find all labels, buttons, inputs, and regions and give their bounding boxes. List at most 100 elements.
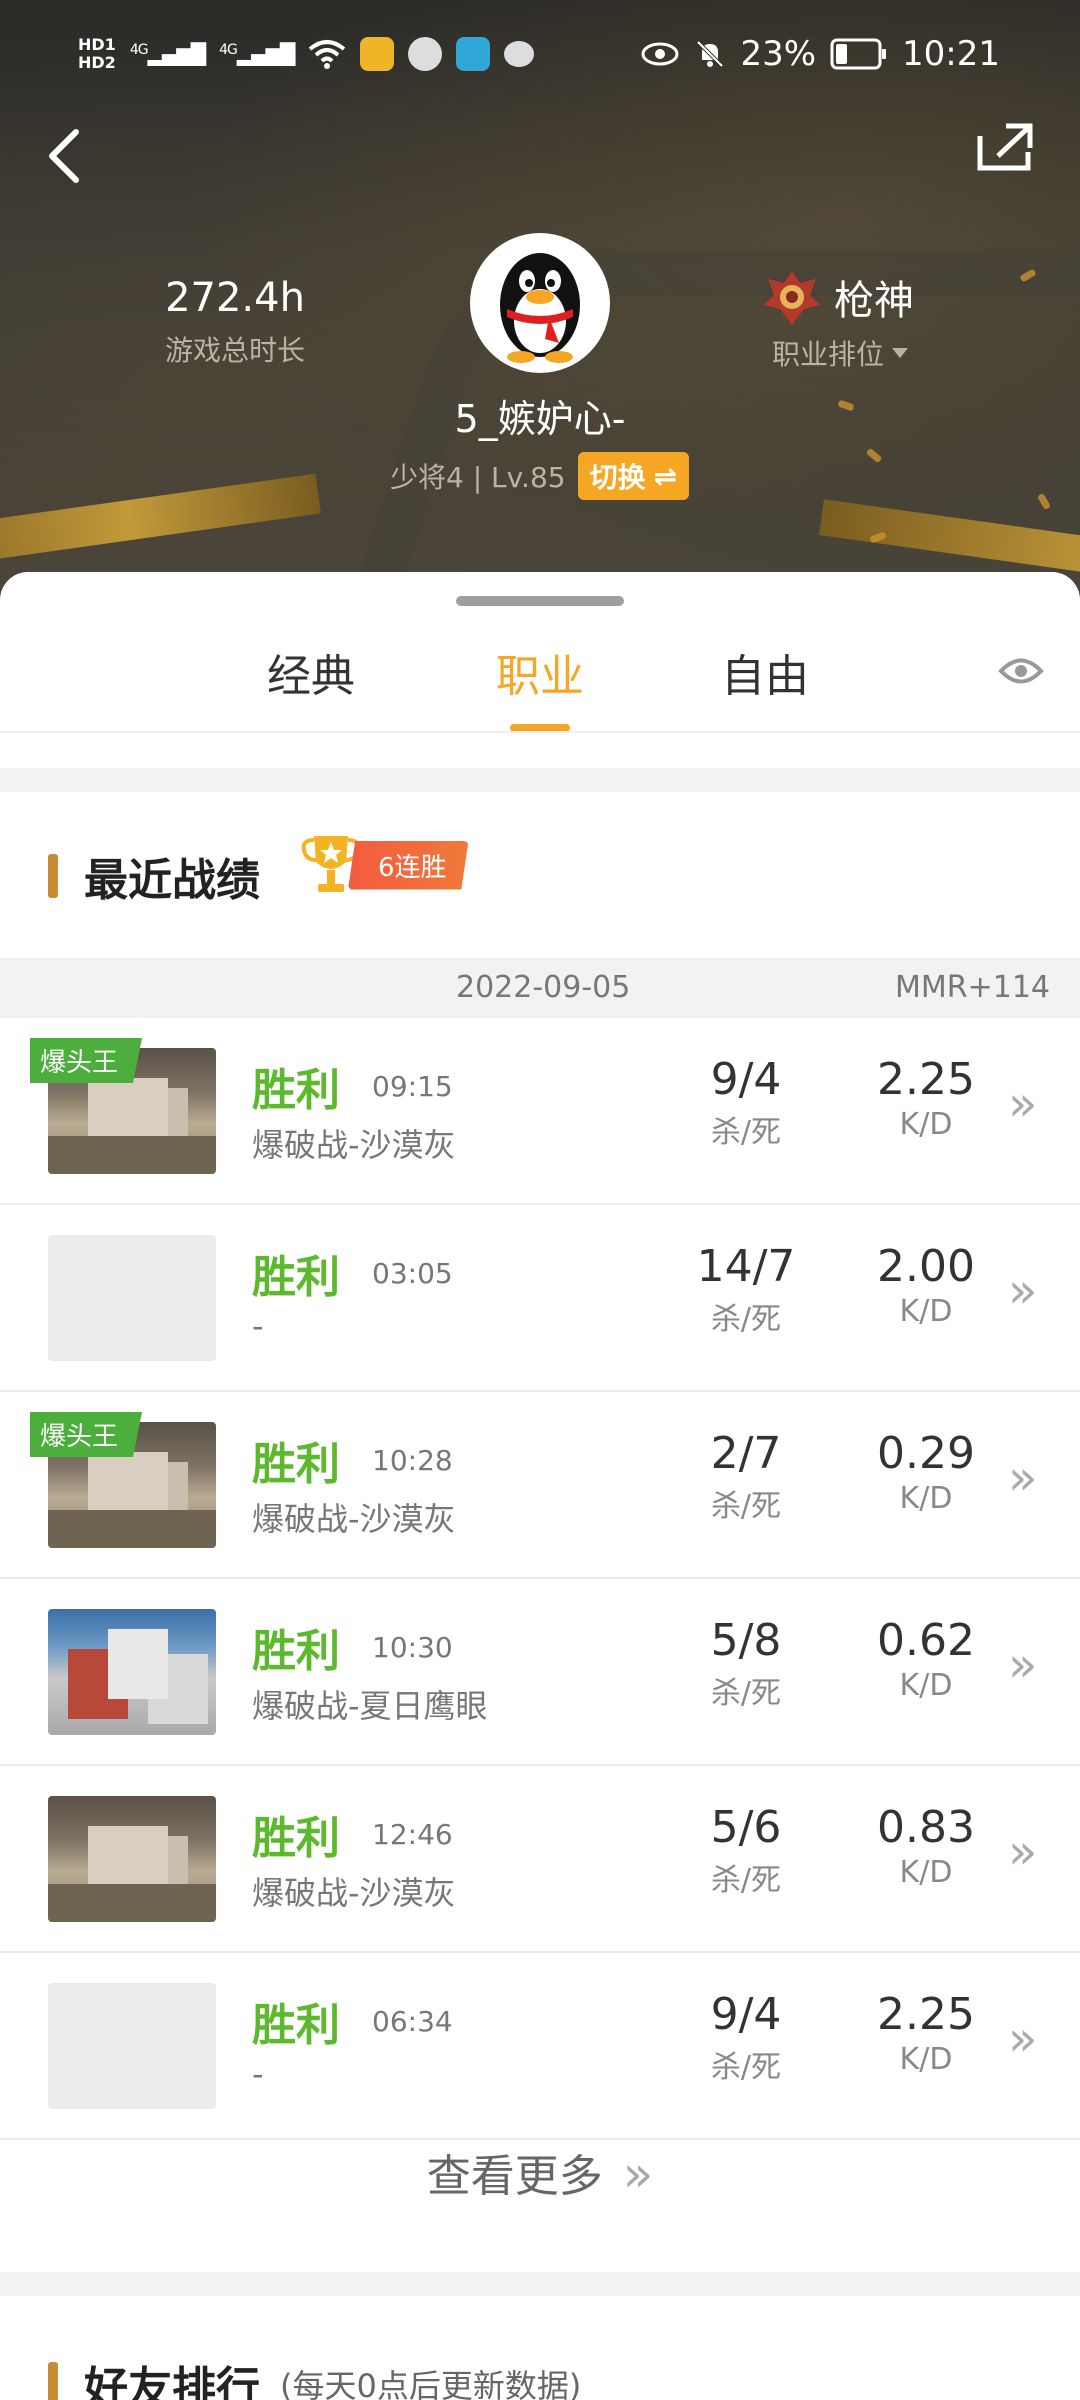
match-result: 胜利: [252, 1065, 340, 1116]
career-rank-stat[interactable]: 枪神 职业排位: [760, 265, 960, 373]
wifi-icon: [309, 40, 346, 69]
kd-ratio-value: 0.83: [877, 1802, 975, 1853]
double-chevron-right-icon: »: [622, 2145, 654, 2203]
kd-ratio-value: 0.62: [877, 1615, 975, 1666]
eye-comfort-icon: [641, 42, 679, 66]
tab-free[interactable]: 自由: [690, 640, 840, 704]
drag-handle[interactable]: [456, 596, 624, 606]
kd-ratio-value: 2.25: [877, 1989, 975, 2040]
section-marker: [48, 854, 58, 898]
back-button[interactable]: [44, 126, 104, 186]
match-time: 06:34: [372, 2005, 453, 2038]
reader-app-icon: [456, 37, 491, 71]
career-rank-label: 职业排位: [772, 338, 885, 371]
match-mode: -: [252, 2055, 264, 2093]
kd-ratio-label: K/D: [899, 1855, 953, 1890]
share-button[interactable]: [976, 122, 1034, 172]
kd-ratio-label: K/D: [899, 2042, 953, 2077]
kill-death-value: 5/6: [710, 1802, 782, 1853]
chevron-left-icon: [49, 129, 79, 183]
match-list: 爆头王 胜利 09:15 爆破战-沙漠灰 9/4 杀/死 2.25 K/D » …: [0, 1018, 1080, 2140]
rank-level: 少将4 | Lv.85: [390, 461, 566, 494]
match-time: 03:05: [372, 1257, 453, 1290]
kill-death-label: 杀/死: [710, 1489, 782, 1524]
kd-ratio: 0.62 K/D: [856, 1615, 996, 1703]
network-type: 4G: [129, 42, 149, 58]
switch-arrows-icon: ⇌: [653, 459, 678, 493]
kill-death-value: 5/8: [710, 1615, 782, 1666]
kill-death-label: 杀/死: [710, 1302, 782, 1337]
kd-ratio: 2.00 K/D: [856, 1241, 996, 1329]
kd-ratio-label: K/D: [899, 1481, 953, 1516]
share-icon: [977, 123, 1033, 171]
play-time-stat: 272.4h 游戏总时长: [140, 275, 330, 369]
match-row[interactable]: 爆头王 胜利 10:28 爆破战-沙漠灰 2/7 杀/死 0.29 K/D »: [0, 1392, 1080, 1579]
eye-icon: [998, 658, 1044, 684]
kd-ratio-value: 0.29: [877, 1428, 975, 1479]
kd-ratio-label: K/D: [899, 1294, 953, 1329]
hd1-label: HD1: [78, 35, 116, 54]
view-more-button[interactable]: 查看更多 »: [0, 2140, 1080, 2230]
signal-icon: 4G▂▄▆█: [129, 42, 206, 66]
match-time: 10:28: [372, 1444, 453, 1477]
match-result: 胜利: [252, 1813, 340, 1864]
mute-bell-icon: [697, 40, 724, 68]
match-result: 胜利: [252, 2000, 340, 2051]
streak-label: 6连胜: [348, 840, 469, 890]
switch-button[interactable]: 切换 ⇌: [577, 452, 690, 500]
match-time: 10:30: [372, 1631, 453, 1664]
kill-death-value: 9/4: [710, 1989, 782, 2040]
match-row[interactable]: 胜利 03:05 - 14/7 杀/死 2.00 K/D »: [0, 1205, 1080, 1392]
kd-ratio-label: K/D: [899, 1107, 953, 1142]
match-row[interactable]: 胜利 06:34 - 9/4 杀/死 2.25 K/D »: [0, 1953, 1080, 2140]
section-subtitle: (每天0点后更新数据): [280, 2367, 582, 2400]
match-result: 胜利: [252, 1252, 340, 1303]
background-decoration: [0, 473, 321, 567]
status-bar: HD1 HD2 4G▂▄▆█ 4G▂▄▆█ 23% 10:21: [0, 0, 1080, 108]
content-sheet: 经典 职业 自由 最近战绩 6连胜 2022-09-05 MMR+114 爆头王…: [0, 572, 1080, 2400]
kill-death-label: 杀/死: [710, 1676, 782, 1711]
network-type: 4G: [219, 42, 238, 58]
section-marker: [48, 2362, 58, 2400]
tab-career[interactable]: 职业: [465, 640, 615, 704]
kill-death: 2/7 杀/死: [666, 1428, 826, 1525]
kd-ratio: 0.29 K/D: [856, 1428, 996, 1516]
kd-ratio: 2.25 K/D: [856, 1054, 996, 1142]
kd-ratio-value: 2.00: [877, 1241, 975, 1292]
username: 5_嫉妒心-: [454, 397, 626, 441]
match-row[interactable]: 爆头王 胜利 09:15 爆破战-沙漠灰 9/4 杀/死 2.25 K/D »: [0, 1018, 1080, 1205]
weibo-app-icon: [360, 37, 395, 71]
match-result: 胜利: [252, 1439, 340, 1490]
hd2-label: HD2: [78, 53, 116, 72]
match-mode: 爆破战-沙漠灰: [252, 1500, 456, 1538]
mmr-change: MMR+114: [894, 970, 1050, 1005]
chevron-right-icon: »: [1008, 1450, 1038, 1506]
rank-emblem-icon: [764, 271, 820, 325]
match-mode: -: [252, 1307, 264, 1345]
section-spacer: [0, 2272, 1080, 2296]
kill-death-value: 2/7: [710, 1428, 782, 1479]
battery-icon: [830, 38, 887, 70]
section-title: 最近战绩: [84, 855, 260, 906]
map-thumbnail: [48, 1609, 216, 1735]
rank-line: 少将4 | Lv.85 切换 ⇌: [390, 452, 690, 500]
match-date: 2022-09-05: [456, 970, 631, 1005]
kill-death-label: 杀/死: [710, 2050, 782, 2085]
date-header: 2022-09-05 MMR+114: [0, 958, 1080, 1018]
play-time-label: 游戏总时长: [164, 334, 305, 367]
match-time: 09:15: [372, 1070, 453, 1103]
chevron-right-icon: »: [1008, 1263, 1038, 1319]
match-row[interactable]: 胜利 10:30 爆破战-夏日鹰眼 5/8 杀/死 0.62 K/D »: [0, 1579, 1080, 1766]
kill-death: 14/7 杀/死: [666, 1241, 826, 1338]
friend-ranking-header: 好友排行 (每天0点后更新数据): [48, 2352, 581, 2400]
avatar[interactable]: [470, 233, 610, 373]
kill-death: 9/4 杀/死: [666, 1054, 826, 1151]
kd-ratio-value: 2.25: [877, 1054, 975, 1105]
tab-classic[interactable]: 经典: [236, 640, 386, 704]
match-row[interactable]: 胜利 12:46 爆破战-沙漠灰 5/6 杀/死 0.83 K/D »: [0, 1766, 1080, 1953]
kill-death: 5/8 杀/死: [666, 1615, 826, 1712]
visibility-button[interactable]: [998, 654, 1046, 694]
chevron-right-icon: »: [1008, 1637, 1038, 1693]
match-result: 胜利: [252, 1626, 340, 1677]
map-thumbnail: [48, 1796, 216, 1922]
